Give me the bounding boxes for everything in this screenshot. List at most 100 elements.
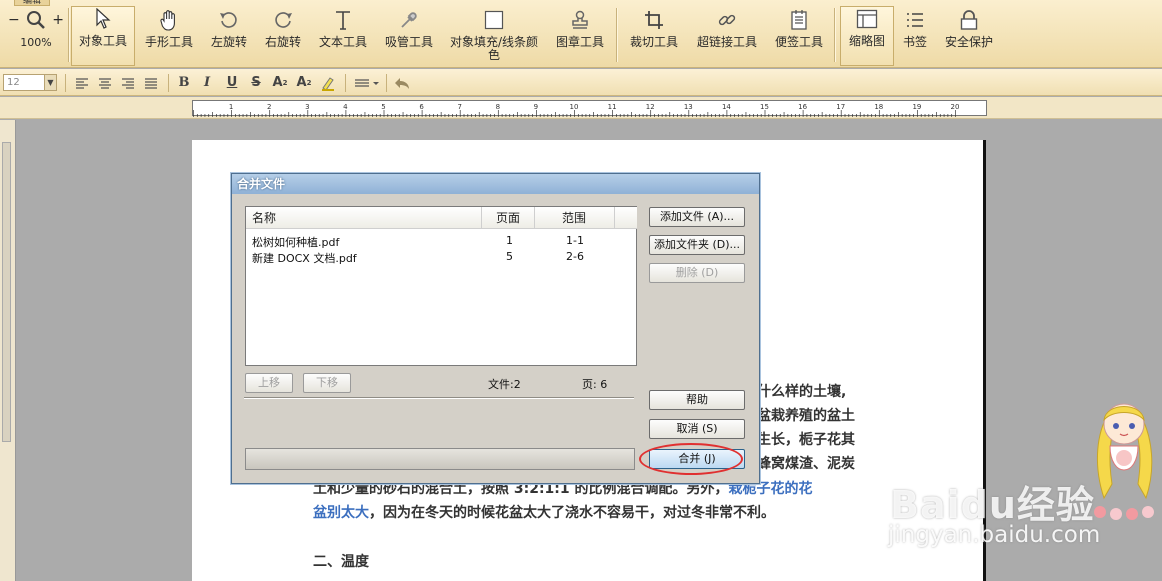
zoom-out-icon[interactable]: − [8, 12, 20, 28]
align-center-icon [99, 77, 111, 89]
hand-icon [160, 10, 175, 31]
cursor-arrow-icon [96, 8, 111, 29]
crop-icon [645, 11, 663, 29]
doc-heading: 二、温度 [313, 554, 369, 570]
ruler-label: 6 [419, 103, 424, 111]
eyedropper-icon [401, 12, 417, 28]
ruler-label: 16 [798, 103, 807, 111]
move-up-button[interactable]: 上移 [245, 373, 293, 393]
horizontal-ruler[interactable]: 1 2 3 4 5 6 7 8 9 10 11 12 13 14 15 16 17 18 19 20 [192, 100, 987, 117]
align-left-icon [76, 77, 88, 89]
ruler-label: 4 [343, 103, 348, 111]
tool-security[interactable]: 安全保护 [942, 8, 996, 64]
font-size-select[interactable]: 12 ▼ [3, 74, 57, 91]
file-row-range: 1-1 [566, 234, 584, 247]
file-count-label: 文件:2 [488, 378, 521, 391]
dialog-divider [244, 397, 634, 399]
ruler-label: 11 [608, 103, 617, 111]
column-header-pages[interactable]: 页面 [482, 207, 535, 229]
file-row-name[interactable]: 松树如何种植.pdf [252, 234, 339, 250]
tool-rotate-right[interactable]: 右旋转 [260, 8, 306, 64]
zoom-in-icon[interactable]: + [52, 12, 64, 28]
help-button[interactable]: 帮助 [649, 390, 745, 410]
undo-button[interactable] [392, 73, 412, 92]
line-spacing-icon [355, 78, 379, 87]
text-tool-icon [336, 11, 350, 30]
zoom-control[interactable]: − + 100% [8, 8, 64, 64]
tool-object[interactable]: 对象工具 [71, 6, 135, 66]
note-icon [791, 10, 807, 30]
ruler-label: 7 [457, 103, 461, 111]
file-list[interactable]: 名称 页面 范围 松树如何种植.pdf 1 1-1 新建 DOCX 文档.pdf… [245, 206, 637, 366]
ruler-label: 2 [267, 103, 271, 111]
ruler-label: 17 [836, 103, 845, 111]
tool-fill-color[interactable]: 对象填充/线条颜色 [446, 8, 542, 64]
file-row-range: 2-6 [566, 250, 584, 263]
fill-color-icon [484, 10, 504, 30]
undo-arrow-icon [395, 77, 409, 89]
align-left-button[interactable] [72, 73, 92, 92]
strikethrough-button[interactable]: S [246, 73, 266, 92]
ruler-label: 5 [381, 103, 385, 111]
main-toolbar: 编辑 − + 100% 对象工具 手形工具 左旋转 右旋转 文本工具 吸管工具 … [0, 0, 1162, 68]
file-row-name[interactable]: 新建 DOCX 文档.pdf [252, 250, 357, 266]
watermark-logo: Baidu经验 [890, 483, 1095, 527]
ruler-label: 1 [229, 103, 233, 111]
file-row-pages: 5 [506, 250, 513, 263]
tool-eyedropper[interactable]: 吸管工具 [380, 8, 438, 64]
ruler-ticks: 1 2 3 4 5 6 7 8 9 10 11 12 13 14 15 16 17 18 19 20 [193, 103, 960, 117]
add-file-button[interactable]: 添加文件 (A)... [649, 207, 745, 227]
italic-button[interactable]: I [197, 73, 217, 92]
hyperlink-icon [718, 14, 736, 26]
thumbnail-icon [856, 9, 878, 29]
bold-button[interactable]: B [174, 73, 194, 92]
chevron-down-icon[interactable]: ▼ [44, 75, 56, 90]
ruler-label: 10 [570, 103, 579, 111]
left-panel-scrollbar[interactable] [2, 142, 11, 442]
dialog-title-bar[interactable]: 合并文件 [232, 174, 759, 194]
tool-hyperlink[interactable]: 超链接工具 [694, 8, 760, 64]
left-panel [0, 120, 16, 581]
column-header-range[interactable]: 范围 [535, 207, 615, 229]
tool-thumbnail[interactable]: 缩略图 [840, 6, 894, 66]
ruler-bar: 1 2 3 4 5 6 7 8 9 10 11 12 13 14 15 16 17 18 19 20 [0, 97, 1162, 119]
merge-files-dialog: 合并文件 名称 页面 范围 松树如何种植.pdf 1 1-1 新建 DOCX 文… [231, 173, 760, 484]
move-down-button[interactable]: 下移 [303, 373, 351, 393]
justify-button[interactable] [141, 73, 161, 92]
ruler-label: 18 [874, 103, 883, 111]
tool-crop[interactable]: 裁切工具 [626, 8, 682, 64]
tool-text[interactable]: 文本工具 [314, 8, 372, 64]
align-center-button[interactable] [95, 73, 115, 92]
ruler-label: 20 [951, 103, 960, 111]
magnifier-icon [27, 11, 45, 29]
align-right-icon [122, 77, 134, 89]
ruler-label: 13 [684, 103, 693, 111]
tool-rotate-left[interactable]: 左旋转 [206, 8, 252, 64]
align-right-button[interactable] [118, 73, 138, 92]
highlighter-icon [322, 76, 334, 91]
tool-bookmark[interactable]: 书签 [898, 8, 932, 64]
ruler-label: 19 [912, 103, 921, 111]
lock-icon [960, 10, 978, 30]
menu-tab-edit[interactable]: 编辑 [14, 0, 50, 6]
highlight-button[interactable] [318, 73, 338, 92]
subscript-button[interactable]: A2 [294, 73, 314, 92]
underline-button[interactable]: U [222, 73, 242, 92]
merge-button[interactable]: 合并 (J) [649, 449, 745, 469]
cancel-button[interactable]: 取消 (S) [649, 419, 745, 439]
delete-button[interactable]: 删除 (D) [649, 263, 745, 283]
ruler-label: 15 [760, 103, 769, 111]
tool-hand[interactable]: 手形工具 [142, 8, 196, 64]
ruler-label: 14 [722, 103, 731, 111]
column-header-name[interactable]: 名称 [246, 207, 482, 229]
tool-stamp[interactable]: 图章工具 [552, 8, 608, 64]
zoom-level: 100% [20, 36, 52, 49]
doc-link-text[interactable]: 盆别太大 [313, 505, 369, 521]
mascot-illustration [1094, 403, 1154, 520]
bookmark-list-icon [907, 13, 923, 27]
merge-progress-bar [245, 448, 635, 470]
add-folder-button[interactable]: 添加文件夹 (D)... [649, 235, 745, 255]
tool-note[interactable]: 便签工具 [770, 8, 828, 64]
line-spacing-button[interactable] [352, 73, 382, 92]
superscript-button[interactable]: A2 [270, 73, 290, 92]
